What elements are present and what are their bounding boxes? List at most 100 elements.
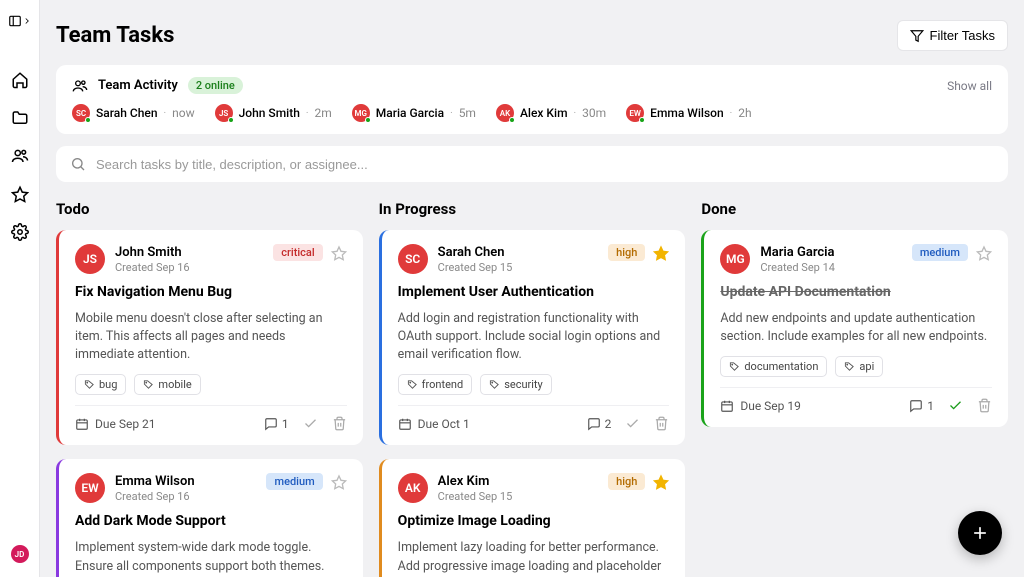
- avatar: JS: [75, 244, 105, 274]
- trash-icon[interactable]: [977, 398, 992, 413]
- comments-count[interactable]: 1: [264, 417, 289, 431]
- sidebar-toggle[interactable]: [8, 14, 32, 28]
- trash-icon[interactable]: [332, 416, 347, 431]
- task-title: Add Dark Mode Support: [75, 513, 347, 529]
- assignee-name: Alex Kim: [438, 474, 513, 489]
- activity-member[interactable]: SCSarah Chen·now: [72, 104, 195, 122]
- tag[interactable]: security: [480, 374, 552, 395]
- folder-icon[interactable]: [10, 108, 30, 128]
- avatar: AK: [496, 104, 514, 122]
- task-card[interactable]: MG Maria Garcia Created Sep 14 medium Up…: [701, 230, 1008, 427]
- due-date: Due Sep 21: [75, 417, 156, 431]
- task-description: Implement system-wide dark mode toggle. …: [75, 539, 347, 575]
- task-card[interactable]: AK Alex Kim Created Sep 15 high Optimize…: [379, 459, 686, 577]
- online-dot: [639, 117, 645, 123]
- priority-badge: high: [608, 473, 645, 490]
- task-title: Update API Documentation: [720, 284, 992, 300]
- online-dot: [509, 117, 515, 123]
- add-task-fab[interactable]: [958, 511, 1002, 555]
- priority-badge: critical: [273, 244, 322, 261]
- check-icon[interactable]: [625, 416, 640, 431]
- star-icon[interactable]: [331, 245, 347, 261]
- online-dot: [85, 117, 91, 123]
- member-name: John Smith: [239, 106, 300, 120]
- star-icon[interactable]: [10, 184, 30, 204]
- created-date: Created Sep 15: [438, 490, 513, 503]
- created-date: Created Sep 15: [438, 261, 513, 274]
- due-date: Due Oct 1: [398, 417, 470, 431]
- plus-icon: [970, 523, 990, 543]
- star-icon[interactable]: [331, 474, 347, 490]
- column-title: Done: [701, 200, 1008, 218]
- main-content: Team Tasks Filter Tasks Team Activity 2 …: [40, 0, 1024, 577]
- show-all-link[interactable]: Show all: [947, 79, 992, 93]
- member-ago: 5m: [459, 106, 476, 120]
- priority-badge: high: [608, 244, 645, 261]
- search-icon: [70, 156, 86, 172]
- check-icon[interactable]: [948, 398, 963, 413]
- member-name: Sarah Chen: [96, 106, 158, 120]
- comments-count[interactable]: 1: [909, 399, 934, 413]
- users-icon[interactable]: [10, 146, 30, 166]
- column-title: Todo: [56, 200, 363, 218]
- member-ago: 30m: [582, 106, 606, 120]
- tag[interactable]: bug: [75, 374, 126, 395]
- task-description: Add login and registration functionality…: [398, 310, 670, 364]
- filter-button[interactable]: Filter Tasks: [897, 20, 1009, 51]
- tag[interactable]: api: [835, 356, 883, 377]
- activity-member[interactable]: AKAlex Kim·30m: [496, 104, 606, 122]
- tag-list: bug mobile: [75, 374, 347, 395]
- column-title: In Progress: [379, 200, 686, 218]
- check-icon[interactable]: [303, 416, 318, 431]
- assignee-name: Maria Garcia: [760, 245, 835, 260]
- task-description: Implement lazy loading for better perfor…: [398, 539, 670, 577]
- created-date: Created Sep 16: [115, 490, 195, 503]
- avatar: MG: [352, 104, 370, 122]
- users-icon: [72, 78, 88, 94]
- due-date: Due Sep 19: [720, 399, 801, 413]
- activity-member[interactable]: MGMaria Garcia·5m: [352, 104, 476, 122]
- trash-icon[interactable]: [654, 416, 669, 431]
- activity-member[interactable]: EWEmma Wilson·2h: [626, 104, 751, 122]
- task-title: Optimize Image Loading: [398, 513, 670, 529]
- member-ago: 2h: [738, 106, 751, 120]
- user-avatar[interactable]: JD: [11, 545, 29, 563]
- online-dot: [365, 117, 371, 123]
- member-name: Alex Kim: [520, 106, 568, 120]
- member-ago: 2m: [315, 106, 332, 120]
- assignee-name: John Smith: [115, 245, 190, 260]
- star-icon[interactable]: [653, 245, 669, 261]
- tag[interactable]: frontend: [398, 374, 473, 395]
- comments-count[interactable]: 2: [587, 417, 612, 431]
- page-title: Team Tasks: [56, 23, 174, 48]
- avatar: EW: [626, 104, 644, 122]
- activity-member[interactable]: JSJohn Smith·2m: [215, 104, 332, 122]
- task-title: Fix Navigation Menu Bug: [75, 284, 347, 300]
- star-icon[interactable]: [653, 474, 669, 490]
- created-date: Created Sep 16: [115, 261, 190, 274]
- task-card[interactable]: SC Sarah Chen Created Sep 15 high Implem…: [379, 230, 686, 445]
- priority-badge: medium: [266, 473, 322, 490]
- tag-list: frontend security: [398, 374, 670, 395]
- assignee-name: Sarah Chen: [438, 245, 513, 260]
- task-description: Add new endpoints and update authenticat…: [720, 310, 992, 346]
- member-ago: now: [172, 106, 195, 120]
- avatar: EW: [75, 473, 105, 503]
- task-title: Implement User Authentication: [398, 284, 670, 300]
- member-name: Maria Garcia: [376, 106, 444, 120]
- sidebar-rail: JD: [0, 0, 40, 577]
- avatar: MG: [720, 244, 750, 274]
- task-card[interactable]: EW Emma Wilson Created Sep 16 medium Add…: [56, 459, 363, 577]
- tag[interactable]: mobile: [134, 374, 200, 395]
- created-date: Created Sep 14: [760, 261, 835, 274]
- star-icon[interactable]: [976, 245, 992, 261]
- online-badge: 2 online: [188, 77, 243, 94]
- search-bar[interactable]: [56, 146, 1008, 182]
- tag[interactable]: documentation: [720, 356, 827, 377]
- activity-title: Team Activity: [98, 78, 178, 93]
- settings-icon[interactable]: [10, 222, 30, 242]
- home-icon[interactable]: [10, 70, 30, 90]
- task-card[interactable]: JS John Smith Created Sep 16 critical Fi…: [56, 230, 363, 445]
- search-input[interactable]: [96, 157, 994, 172]
- online-dot: [228, 117, 234, 123]
